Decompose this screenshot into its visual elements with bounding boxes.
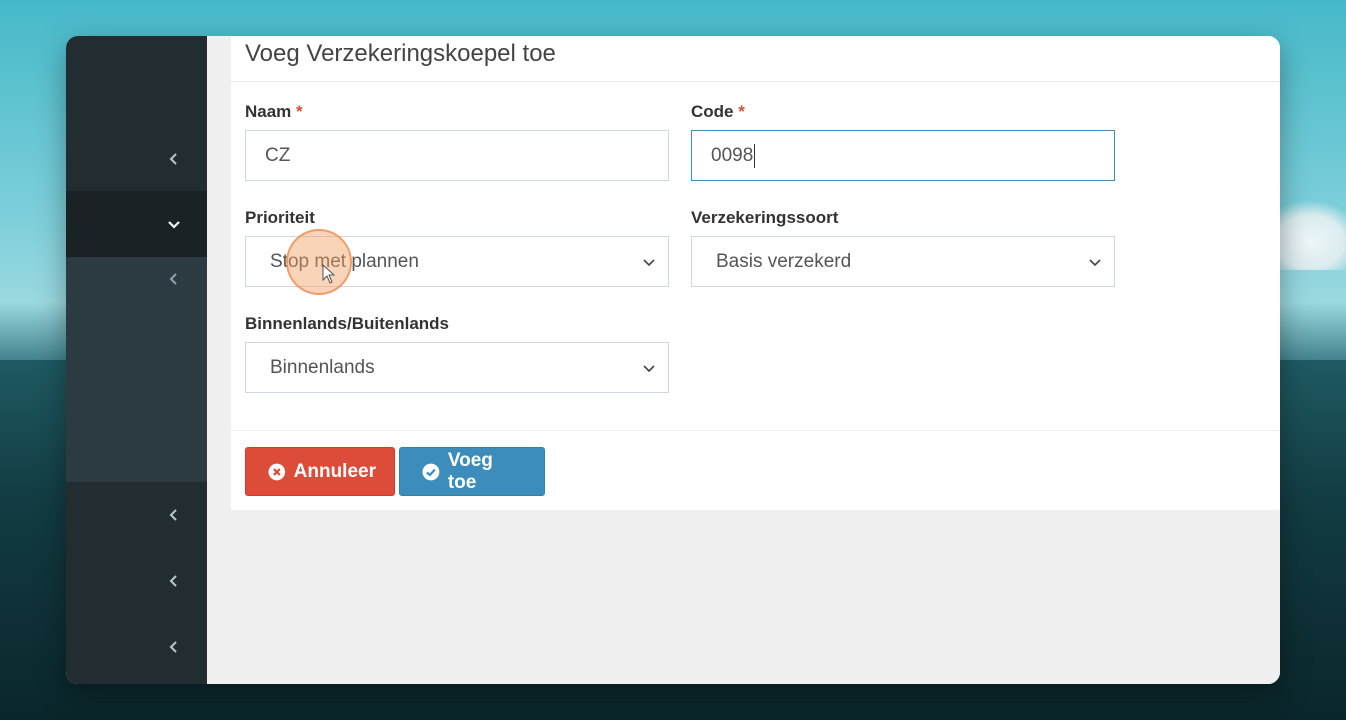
sidebar-item-4[interactable] (66, 548, 207, 614)
verzekeringssoort-label: Verzekeringssoort (691, 208, 839, 227)
sidebar-item-5[interactable] (66, 614, 207, 680)
chevron-left-icon (169, 509, 177, 521)
form-footer: Annuleer Voeg toe (231, 430, 1280, 511)
main-content: Voeg Verzekeringskoepel toe Naam * CZ Co… (207, 36, 1280, 684)
chevron-down-icon (168, 221, 180, 229)
chevron-down-icon (643, 364, 655, 372)
form-box: Voeg Verzekeringskoepel toe Naam * CZ Co… (231, 36, 1280, 510)
box-header: Voeg Verzekeringskoepel toe (231, 36, 1280, 82)
naam-field: Naam * CZ (245, 102, 669, 181)
naam-input[interactable]: CZ (245, 130, 669, 181)
chevron-down-icon (1089, 258, 1101, 266)
sidebar-item-2[interactable] (66, 191, 207, 257)
submit-button[interactable]: Voeg toe (399, 447, 545, 496)
code-input[interactable]: 0098 (691, 130, 1115, 181)
chevron-left-icon (169, 641, 177, 653)
page-title: Voeg Verzekeringskoepel toe (245, 39, 556, 67)
times-circle-icon (268, 463, 286, 480)
prioriteit-label: Prioriteit (245, 208, 315, 227)
mouse-pointer-icon (322, 264, 336, 284)
chevron-left-icon (169, 575, 177, 587)
code-field: Code * 0098 (691, 102, 1115, 181)
chevron-left-icon (169, 273, 177, 285)
code-label: Code * (691, 102, 745, 121)
check-circle-icon (422, 463, 440, 480)
verzekeringssoort-field: Verzekeringssoort Basis verzekerd (691, 208, 1115, 287)
naam-label: Naam * (245, 102, 303, 121)
sidebar (66, 36, 207, 684)
chevron-down-icon (643, 258, 655, 266)
verzekeringssoort-select[interactable]: Basis verzekerd (691, 236, 1115, 287)
sidebar-subitem[interactable] (66, 257, 207, 301)
binnenlands-label: Binnenlands/Buitenlands (245, 314, 450, 333)
text-cursor (754, 143, 756, 168)
app-window: Voeg Verzekeringskoepel toe Naam * CZ Co… (66, 36, 1280, 684)
sidebar-item-3[interactable] (66, 482, 207, 548)
chevron-left-icon (169, 153, 177, 165)
sidebar-item-1[interactable] (66, 126, 207, 192)
cancel-button[interactable]: Annuleer (245, 447, 395, 496)
binnenlands-field: Binnenlands/Buitenlands Binnenlands (245, 314, 669, 393)
click-highlight (286, 229, 352, 295)
binnenlands-select[interactable]: Binnenlands (245, 342, 669, 393)
